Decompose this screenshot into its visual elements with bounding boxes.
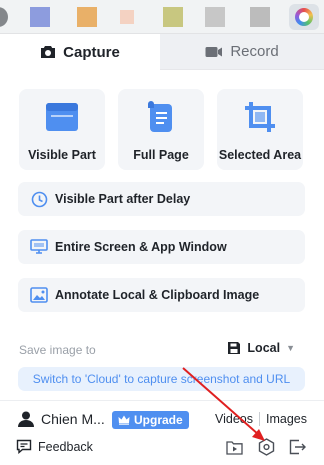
tab-capture[interactable]: Capture xyxy=(0,34,160,70)
visible-part-delay-label: Visible Part after Delay xyxy=(55,192,191,206)
crown-icon xyxy=(118,415,130,425)
extension-icon[interactable] xyxy=(120,10,134,24)
extension-icon[interactable] xyxy=(0,7,8,27)
disk-icon xyxy=(227,341,241,355)
video-folder-icon[interactable] xyxy=(224,437,244,457)
entire-screen-button[interactable]: Entire Screen & App Window xyxy=(18,230,305,264)
user-name: Chien M... xyxy=(41,411,105,427)
feedback-button[interactable]: Feedback xyxy=(16,439,93,454)
upgrade-button[interactable]: Upgrade xyxy=(112,411,189,429)
divider xyxy=(0,400,324,401)
cloud-hint-banner[interactable]: Switch to 'Cloud' to capture screenshot … xyxy=(18,367,305,391)
full-page-button[interactable]: Full Page xyxy=(118,89,204,170)
crop-icon xyxy=(242,99,278,135)
mode-tabs: Capture Record xyxy=(0,34,324,70)
save-destination-value: Local xyxy=(247,341,281,355)
sign-out-icon[interactable] xyxy=(287,437,307,457)
save-destination-select[interactable]: Local ▼ xyxy=(227,341,295,355)
history-links: Videos Images xyxy=(215,412,307,426)
tab-record[interactable]: Record xyxy=(160,34,324,70)
extension-icon[interactable] xyxy=(250,7,270,27)
extension-icon[interactable] xyxy=(30,7,50,27)
scroll-page-icon xyxy=(143,99,179,135)
selected-area-button[interactable]: Selected Area xyxy=(217,89,303,170)
save-destination-row: Save image to Local ▼ xyxy=(19,340,305,360)
image-icon xyxy=(30,286,48,304)
videos-link[interactable]: Videos xyxy=(215,412,253,426)
extension-icon[interactable] xyxy=(163,7,183,27)
tab-capture-label: Capture xyxy=(63,43,120,61)
extension-icon[interactable] xyxy=(205,7,225,27)
entire-screen-label: Entire Screen & App Window xyxy=(55,240,227,254)
divider xyxy=(259,412,260,426)
visible-part-button[interactable]: Visible Part xyxy=(19,89,105,170)
selected-area-label: Selected Area xyxy=(218,148,302,162)
browser-window-icon xyxy=(44,99,80,135)
extensions-toolbar xyxy=(0,0,324,34)
feedback-icon xyxy=(16,439,32,454)
monitor-icon xyxy=(30,238,48,256)
screenshot-extension-icon[interactable] xyxy=(289,4,319,30)
user-account[interactable]: Chien M... xyxy=(17,410,105,428)
images-link[interactable]: Images xyxy=(266,412,307,426)
visible-part-delay-button[interactable]: Visible Part after Delay xyxy=(18,182,305,216)
save-destination-label: Save image to xyxy=(19,343,96,357)
user-icon xyxy=(17,410,35,428)
extension-icon[interactable] xyxy=(77,7,97,27)
annotate-image-button[interactable]: Annotate Local & Clipboard Image xyxy=(18,278,305,312)
annotate-image-label: Annotate Local & Clipboard Image xyxy=(55,288,260,302)
tab-record-label: Record xyxy=(230,43,279,60)
settings-icon[interactable] xyxy=(256,437,276,457)
video-camera-icon xyxy=(205,46,223,58)
timer-icon xyxy=(30,190,48,208)
full-page-label: Full Page xyxy=(133,148,189,162)
chevron-down-icon: ▼ xyxy=(286,343,295,353)
visible-part-label: Visible Part xyxy=(28,148,96,162)
feedback-label: Feedback xyxy=(38,439,93,454)
upgrade-label: Upgrade xyxy=(134,413,183,427)
camera-icon xyxy=(40,45,56,59)
